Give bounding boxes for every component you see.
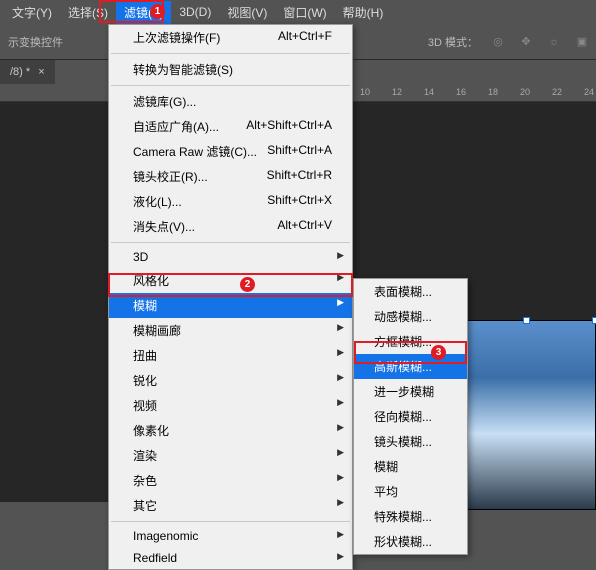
annotation-marker-3: 3: [431, 345, 446, 360]
menu-item-shortcut: Shift+Ctrl+X: [267, 193, 332, 210]
ruler-tick: 22: [552, 87, 562, 97]
menu-item-label: 渲染: [133, 447, 157, 464]
menu-item[interactable]: 自适应广角(A)... Alt+Shift+Ctrl+A: [109, 114, 352, 139]
ruler-tick: 10: [360, 87, 370, 97]
doc-tab[interactable]: /8) * ×: [0, 60, 55, 84]
menu-item-shortcut: Alt+Shift+Ctrl+A: [246, 118, 332, 135]
menu-item[interactable]: 风格化: [109, 268, 352, 293]
menu-item-label: 其它: [133, 497, 157, 514]
mode-3d-label: 3D 模式：: [428, 34, 478, 50]
menu-item[interactable]: 锐化: [109, 368, 352, 393]
menu-item-label: Imagenomic: [133, 529, 198, 543]
menu-item[interactable]: 转换为智能滤镜(S): [109, 57, 352, 82]
menu-item-label: 杂色: [133, 472, 157, 489]
menu-item-label: 视频: [133, 397, 157, 414]
menu-item[interactable]: 液化(L)... Shift+Ctrl+X: [109, 189, 352, 214]
submenu-item[interactable]: 高斯模糊...: [354, 354, 467, 379]
menu-item-label: Redfield: [133, 551, 177, 565]
ruler-tick: 14: [424, 87, 434, 97]
menu-item[interactable]: 扭曲: [109, 343, 352, 368]
menu-item-label: 风格化: [133, 272, 169, 289]
menu-item[interactable]: Redfield: [109, 547, 352, 569]
camera-icon[interactable]: ▣: [572, 32, 592, 52]
transform-handle[interactable]: [523, 317, 530, 324]
menu-item[interactable]: Imagenomic: [109, 525, 352, 547]
menu-item[interactable]: 上次滤镜操作(F) Alt+Ctrl+F: [109, 25, 352, 50]
menu-item[interactable]: 像素化: [109, 418, 352, 443]
menubar: 文字(Y) 选择(S) 滤镜(T) 3D(D) 视图(V) 窗口(W) 帮助(H…: [0, 0, 596, 24]
menu-item-label: 像素化: [133, 422, 169, 439]
menu-item-label: 转换为智能滤镜(S): [133, 61, 233, 78]
ruler-tick: 18: [488, 87, 498, 97]
menu-window[interactable]: 窗口(W): [275, 1, 334, 24]
menu-item[interactable]: 镜头校正(R)... Shift+Ctrl+R: [109, 164, 352, 189]
menu-item-shortcut: Shift+Ctrl+A: [267, 143, 332, 160]
menu-item[interactable]: 滤镜库(G)...: [109, 89, 352, 114]
menu-item-label: 锐化: [133, 372, 157, 389]
menu-item-label: Camera Raw 滤镜(C)...: [133, 143, 257, 160]
submenu-item[interactable]: 径向模糊...: [354, 404, 467, 429]
menu-item-label: 消失点(V)...: [133, 218, 195, 235]
menu-item-label: 模糊画廊: [133, 322, 181, 339]
menu-item[interactable]: 消失点(V)... Alt+Ctrl+V: [109, 214, 352, 239]
tab-title: /8) *: [10, 66, 30, 78]
pan-icon[interactable]: ✥: [516, 32, 536, 52]
close-icon[interactable]: ×: [38, 66, 44, 78]
menu-item-label: 镜头校正(R)...: [133, 168, 208, 185]
submenu-item[interactable]: 镜头模糊...: [354, 429, 467, 454]
orbit-icon[interactable]: ◎: [488, 32, 508, 52]
menu-item[interactable]: 杂色: [109, 468, 352, 493]
menu-item-label: 3D: [133, 250, 148, 264]
menu-item[interactable]: 3D: [109, 246, 352, 268]
submenu-item[interactable]: 特殊模糊...: [354, 504, 467, 529]
canvas-image[interactable]: [456, 320, 596, 510]
submenu-item[interactable]: 平均: [354, 479, 467, 504]
submenu-item[interactable]: 方框模糊...: [354, 329, 467, 354]
menu-view[interactable]: 视图(V): [219, 1, 275, 24]
menu-item-shortcut: Alt+Ctrl+V: [277, 218, 332, 235]
menu-item-label: 液化(L)...: [133, 193, 182, 210]
menu-item[interactable]: 渲染: [109, 443, 352, 468]
annotation-marker-2: 2: [240, 277, 255, 292]
menu-help[interactable]: 帮助(H): [335, 1, 392, 24]
menu-item[interactable]: 模糊画廊: [109, 318, 352, 343]
menu-item[interactable]: 其它: [109, 493, 352, 518]
submenu-item[interactable]: 模糊: [354, 454, 467, 479]
menu-select[interactable]: 选择(S): [60, 1, 116, 24]
annotation-marker-1: 1: [150, 4, 165, 19]
menu-3d[interactable]: 3D(D): [171, 2, 219, 22]
menu-item[interactable]: Camera Raw 滤镜(C)... Shift+Ctrl+A: [109, 139, 352, 164]
ruler-tick: 16: [456, 87, 466, 97]
blur-submenu: 表面模糊...动感模糊...方框模糊...高斯模糊...进一步模糊径向模糊...…: [353, 278, 468, 555]
transform-handle[interactable]: [592, 317, 596, 324]
ruler-tick: 20: [520, 87, 530, 97]
light-icon[interactable]: ☼: [544, 32, 564, 52]
submenu-item[interactable]: 表面模糊...: [354, 279, 467, 304]
menu-item-label: 上次滤镜操作(F): [133, 29, 220, 46]
ruler-tick: 24: [584, 87, 594, 97]
menu-item[interactable]: 视频: [109, 393, 352, 418]
menu-item[interactable]: 模糊: [109, 293, 352, 318]
submenu-item[interactable]: 动感模糊...: [354, 304, 467, 329]
menu-item-label: 滤镜库(G)...: [133, 93, 196, 110]
submenu-item[interactable]: 进一步模糊: [354, 379, 467, 404]
menu-text[interactable]: 文字(Y): [4, 1, 60, 24]
ruler-tick: 12: [392, 87, 402, 97]
menu-item-shortcut: Shift+Ctrl+R: [267, 168, 332, 185]
menu-item-label: 扭曲: [133, 347, 157, 364]
submenu-item[interactable]: 形状模糊...: [354, 529, 467, 554]
menu-item-label: 模糊: [133, 297, 157, 314]
filter-menu-dropdown: 上次滤镜操作(F) Alt+Ctrl+F 转换为智能滤镜(S) 滤镜库(G)... 自适…: [108, 24, 353, 570]
opt-label: 示变换控件: [8, 34, 63, 50]
menu-item-shortcut: Alt+Ctrl+F: [278, 29, 332, 46]
menu-item-label: 自适应广角(A)...: [133, 118, 219, 135]
